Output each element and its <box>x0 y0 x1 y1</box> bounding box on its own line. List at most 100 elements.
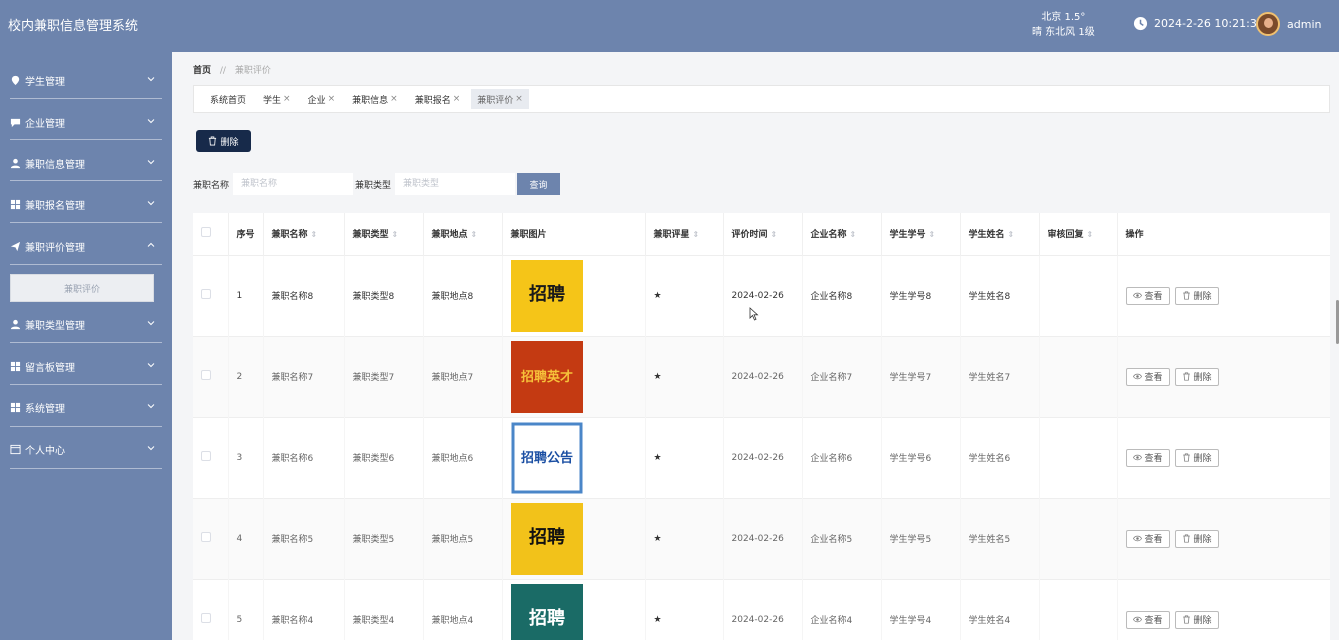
sidebar-item-job-signup[interactable]: 兼职报名管理 <box>0 189 172 219</box>
job-image[interactable]: 招聘 <box>510 259 583 332</box>
col-header-student-id[interactable]: 学生学号 ⇕ <box>881 213 961 255</box>
sort-icon[interactable]: ⇕ <box>1087 230 1094 239</box>
cell-text: 2024-02-26 <box>731 614 784 625</box>
cell-type: 兼职类型8 <box>344 254 424 336</box>
sidebar-item-profile[interactable]: 个人中心 <box>0 434 172 464</box>
row-checkbox[interactable] <box>201 289 211 299</box>
submenu-item-job-review[interactable]: 兼职评价 <box>10 274 154 302</box>
sort-icon[interactable]: ⇕ <box>1008 230 1015 239</box>
col-label: 学生学号 <box>889 230 926 241</box>
row-checkbox[interactable] <box>201 370 211 380</box>
eye-icon <box>1132 617 1142 623</box>
tab-job-signup[interactable]: 兼职报名 × <box>409 89 467 109</box>
close-icon[interactable]: × <box>328 94 336 104</box>
row-checkbox[interactable] <box>201 451 211 461</box>
job-image[interactable]: 招聘英才 <box>510 340 583 413</box>
job-image[interactable]: 招聘 <box>510 502 583 575</box>
sort-icon[interactable]: ⇕ <box>311 230 318 239</box>
sidebar-item-job-review[interactable]: 兼职评价管理 <box>0 231 172 261</box>
cell-type: 兼职类型5 <box>344 497 424 579</box>
col-header-reply[interactable]: 审核回复 ⇕ <box>1039 213 1118 255</box>
tab-student[interactable]: 学生 × <box>257 89 297 109</box>
cell-text: 学生学号5 <box>889 535 932 545</box>
job-type-input[interactable] <box>395 173 516 195</box>
view-button[interactable]: 查看 <box>1125 448 1170 467</box>
sort-icon[interactable]: ⇕ <box>471 230 478 239</box>
sort-icon[interactable]: ⇕ <box>929 230 936 239</box>
mouse-cursor-icon <box>749 307 759 321</box>
chevron-down-icon <box>147 446 155 451</box>
row-checkbox[interactable] <box>201 532 211 542</box>
cell-text: 2024-02-26 <box>731 452 784 463</box>
job-name-input[interactable] <box>233 173 354 195</box>
view-button[interactable]: 查看 <box>1125 286 1170 305</box>
cell-actions: 查看 删除 <box>1117 497 1330 579</box>
col-header-name[interactable]: 兼职名称 ⇕ <box>263 213 345 255</box>
view-button[interactable]: 查看 <box>1125 610 1170 629</box>
sidebar-item-student[interactable]: 学生管理 <box>0 65 172 95</box>
trash-icon <box>1182 372 1190 381</box>
cell-time: 2024-02-26 <box>723 416 803 498</box>
tab-job-review[interactable]: 兼职评价 × <box>471 89 529 109</box>
select-all-checkbox[interactable] <box>201 227 211 238</box>
col-label: 兼职地点 <box>431 230 468 241</box>
cell-time: 2024-02-26 <box>723 254 803 336</box>
col-header-location[interactable]: 兼职地点 ⇕ <box>423 213 503 255</box>
sort-icon[interactable]: ⇕ <box>693 230 700 239</box>
username[interactable]: admin <box>1287 18 1321 31</box>
svg-text:招聘: 招聘 <box>529 526 565 548</box>
cell-text: 兼职地点8 <box>431 292 474 302</box>
cell-text: 企业名称4 <box>810 616 853 627</box>
sidebar-item-company[interactable]: 企业管理 <box>0 107 172 137</box>
sidebar-item-message-board[interactable]: 留言板管理 <box>0 351 172 381</box>
view-button[interactable]: 查看 <box>1125 529 1170 548</box>
app-title: 校内兼职信息管理系统 <box>8 19 139 34</box>
col-header-rating[interactable]: 兼职评星 ⇕ <box>645 213 724 255</box>
delete-button[interactable]: 删除 <box>1174 367 1219 386</box>
cell-reply <box>1039 497 1118 579</box>
tab-job-info[interactable]: 兼职信息 × <box>346 89 404 109</box>
sidebar-item-label: 兼职报名管理 <box>25 200 85 212</box>
tab-company[interactable]: 企业 × <box>302 89 342 109</box>
chevron-down-icon <box>147 404 155 409</box>
delete-button[interactable]: 删除 <box>1174 286 1219 305</box>
query-button[interactable]: 查询 <box>517 173 561 195</box>
close-icon[interactable]: × <box>390 94 398 104</box>
breadcrumb-home[interactable]: 首页 <box>193 66 211 76</box>
close-icon[interactable]: × <box>515 94 523 104</box>
cell-text: 1 <box>236 290 243 301</box>
delete-button[interactable]: 删除 <box>1174 610 1219 629</box>
close-icon[interactable]: × <box>283 94 291 104</box>
cell-actions: 查看 删除 <box>1117 254 1330 336</box>
sort-icon[interactable]: ⇕ <box>392 230 399 239</box>
job-image[interactable]: 招聘 <box>510 583 583 640</box>
sort-icon[interactable]: ⇕ <box>850 230 857 239</box>
job-image[interactable]: 招聘公告 <box>510 421 583 494</box>
chevron-down-icon <box>147 119 155 124</box>
cell-text: 兼职类型5 <box>352 535 395 545</box>
delete-button[interactable]: 删除 <box>1174 448 1219 467</box>
cell-rating: ★ <box>645 578 724 640</box>
chat-icon <box>10 118 21 127</box>
close-icon[interactable]: × <box>453 94 461 104</box>
sidebar-item-job-info[interactable]: 兼职信息管理 <box>0 148 172 178</box>
tab-label: 兼职评价 <box>477 95 514 106</box>
col-header-type[interactable]: 兼职类型 ⇕ <box>344 213 424 255</box>
col-header-student-name[interactable]: 学生姓名 ⇕ <box>960 213 1040 255</box>
row-select-cell <box>193 578 229 640</box>
row-checkbox[interactable] <box>201 613 211 624</box>
delete-button[interactable]: 删除 <box>1174 529 1219 548</box>
sort-icon[interactable]: ⇕ <box>771 230 778 239</box>
user-icon <box>10 319 21 329</box>
col-header-time[interactable]: 评价时间 ⇕ <box>723 213 803 255</box>
weather-widget: 北京 1.5° 晴 东北风 1级 <box>1032 10 1095 40</box>
sidebar-item-job-type[interactable]: 兼职类型管理 <box>0 309 172 339</box>
avatar[interactable] <box>1256 12 1280 36</box>
sidebar-item-label: 学生管理 <box>25 76 65 88</box>
view-button[interactable]: 查看 <box>1125 367 1170 386</box>
tab-home[interactable]: 系统首页 <box>204 89 252 109</box>
batch-delete-button[interactable]: 删除 <box>196 130 251 152</box>
sidebar-item-system[interactable]: 系统管理 <box>0 392 172 422</box>
col-header-company[interactable]: 企业名称 ⇕ <box>802 213 882 255</box>
user-menu[interactable]: admin <box>1256 12 1321 36</box>
